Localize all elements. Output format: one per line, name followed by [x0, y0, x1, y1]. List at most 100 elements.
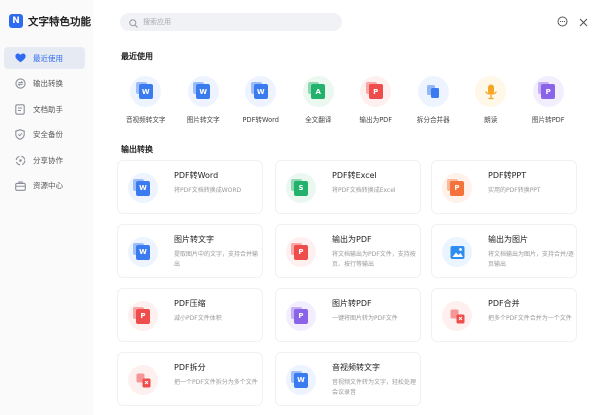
- tool-card-title: 输出为PDF: [332, 235, 372, 244]
- pdf-to-word-icon: W: [128, 173, 158, 203]
- sidebar-item-resources[interactable]: 资源中心: [4, 175, 85, 197]
- chat-bubble-icon: [557, 12, 568, 31]
- pdf-to-ppt-icon: P: [442, 173, 472, 203]
- tool-card-export-image[interactable]: 输出为图片将文档输出为图片，支持合并/逐页输出: [431, 224, 577, 278]
- tool-card-description: 一键将图片转为PDF文件: [332, 315, 398, 322]
- close-icon: [579, 12, 588, 31]
- tool-card-description: 将PDF文档转换成Excel: [332, 187, 396, 194]
- sidebar-item-share[interactable]: 分享协作: [4, 149, 85, 171]
- app-title: 文字特色功能: [28, 15, 91, 28]
- tool-card-title: 图片转文字: [174, 235, 214, 244]
- tool-card-title: PDF合并: [488, 299, 520, 308]
- tool-card-title: PDF拆分: [174, 363, 206, 372]
- sidebar-item-backup[interactable]: 安全备份: [4, 124, 85, 146]
- recent-app-microphone[interactable]: 朗读: [462, 76, 520, 126]
- pdf-to-word-icon: W: [245, 76, 277, 107]
- recent-section-title: 最近使用: [121, 52, 153, 61]
- sidebar-item-recent[interactable]: 最近使用: [4, 47, 85, 69]
- sidebar-item-label: 输出转换: [33, 79, 63, 89]
- recent-app-translate[interactable]: A 全文翻译: [290, 76, 348, 126]
- pdf-compress-icon: P: [128, 301, 158, 331]
- tool-card-title: 音视频转文字: [332, 363, 380, 372]
- tool-card-title: 图片转PDF: [332, 299, 372, 308]
- sidebar-item-label: 文档助手: [33, 104, 63, 114]
- briefcase-icon: [14, 180, 26, 192]
- tool-card-video-to-text[interactable]: W 音视频转文字音视频文件转为文字，轻松处理会议录音: [275, 352, 421, 406]
- sidebar: N 文字特色功能 最近使用 输出转换 文档助手 安全备份 分享协作 资源中心: [0, 0, 93, 415]
- tool-card-image-to-pdf[interactable]: P 图片转PDF 一键将图片转为PDF文件: [275, 288, 421, 342]
- export-image-icon: [442, 237, 472, 267]
- recent-app-label: 拆分合并器: [416, 116, 450, 124]
- export-pdf-icon: P: [286, 237, 316, 267]
- recent-app-video-to-text[interactable]: W 音视频转文字: [117, 76, 175, 126]
- tool-card-pdf-to-excel[interactable]: S PDF转Excel 将PDF文档转换成Excel: [275, 160, 421, 214]
- recent-app-label: 朗读: [484, 116, 498, 124]
- image-to-pdf-icon: P: [532, 76, 564, 107]
- document-assistant-icon: [14, 103, 26, 115]
- search-box[interactable]: [120, 13, 342, 31]
- tool-card-pdf-merge[interactable]: PDF合并把多个PDF文件合并为一个文件: [431, 288, 577, 342]
- sidebar-item-label: 最近使用: [33, 53, 63, 63]
- video-to-text-icon: W: [286, 365, 316, 395]
- sidebar-nav: 最近使用 输出转换 文档助手 安全备份 分享协作 资源中心: [4, 47, 85, 201]
- search-icon: [129, 13, 138, 32]
- tool-card-title: PDF压缩: [174, 299, 206, 308]
- tool-card-title: 输出为图片: [488, 235, 528, 244]
- recent-app-image-to-text[interactable]: W 图片转文字: [175, 76, 233, 126]
- tool-card-description: 音视频文件转为文字，轻松处理会议录音: [332, 379, 417, 396]
- recent-apps-row: W 音视频转文字 W 图片转文字 W PDF转Word A 全文翻译 P 输出为PDF 拆分合并器 朗…: [117, 76, 577, 126]
- video-to-text-icon: W: [130, 76, 162, 107]
- recent-app-label: 图片转文字: [186, 116, 220, 124]
- pdf-split-icon: [128, 365, 158, 395]
- tool-card-description: 把一个PDF文件拆分为多个文件: [174, 379, 258, 386]
- image-to-text-icon: W: [187, 76, 219, 107]
- sidebar-item-label: 安全备份: [33, 130, 63, 140]
- image-to-pdf-icon: P: [286, 301, 316, 331]
- sidebar-item-label: 资源中心: [33, 181, 63, 191]
- tool-card-title: PDF转Excel: [332, 171, 377, 180]
- pdf-to-excel-icon: S: [286, 173, 316, 203]
- convert-section-title: 输出转换: [121, 145, 153, 154]
- close-button[interactable]: [576, 14, 591, 29]
- sidebar-item-convert[interactable]: 输出转换: [4, 73, 85, 95]
- recent-app-label: PDF转Word: [242, 116, 279, 124]
- recent-app-pdf-to-word[interactable]: W PDF转Word: [232, 76, 290, 126]
- tool-card-description: 将文档输出为PDF文件，支持按页、按行等输出: [332, 251, 416, 268]
- search-input[interactable]: [143, 18, 323, 26]
- tool-card-description: 将PDF文档转换成WORD: [174, 187, 242, 194]
- app-logo-icon: N: [9, 14, 23, 28]
- feedback-button[interactable]: [555, 14, 570, 29]
- sidebar-item-label: 分享协作: [33, 155, 63, 165]
- image-to-text-icon: W: [128, 237, 158, 267]
- shield-icon: [14, 129, 26, 141]
- recent-app-label: 全文翻译: [305, 116, 332, 124]
- app-brand: N 文字特色功能: [9, 13, 91, 29]
- tool-card-pdf-to-word[interactable]: W PDF转Word 将PDF文档转换成WORD: [117, 160, 263, 214]
- recent-app-split-merge[interactable]: 拆分合并器: [405, 76, 463, 126]
- tool-card-description: 将文档输出为图片，支持合并/逐页输出: [488, 251, 575, 268]
- tool-card-pdf-split[interactable]: PDF拆分把一个PDF文件拆分为多个文件: [117, 352, 263, 406]
- tool-card-pdf-to-ppt[interactable]: P PDF转PPT 实用的PDF转换PPT: [431, 160, 577, 214]
- translate-icon: A: [302, 76, 334, 107]
- tool-card-description: 实用的PDF转换PPT: [488, 187, 541, 194]
- tool-card-description: 把多个PDF文件合并为一个文件: [488, 315, 572, 322]
- sidebar-item-doc-assistant[interactable]: 文档助手: [4, 98, 85, 120]
- recent-app-label: 音视频转文字: [125, 116, 166, 124]
- tool-card-pdf-compress[interactable]: P PDF压缩减小PDF文件体积: [117, 288, 263, 342]
- share-icon: [14, 154, 26, 166]
- recent-app-image-to-pdf[interactable]: P 图片转PDF: [520, 76, 578, 126]
- tool-card-export-pdf[interactable]: P 输出为PDF 将文档输出为PDF文件，支持按页、按行等输出: [275, 224, 421, 278]
- tool-card-title: PDF转PPT: [488, 171, 527, 180]
- heart-icon: [14, 52, 26, 64]
- tool-card-description: 提取图片中的文字，支持合并输出: [174, 251, 259, 268]
- export-pdf-icon: P: [360, 76, 392, 107]
- microphone-icon: [475, 76, 507, 107]
- recent-app-label: 输出为PDF: [359, 116, 393, 124]
- pdf-merge-icon: [442, 301, 472, 331]
- recent-app-export-pdf[interactable]: P 输出为PDF: [347, 76, 405, 126]
- tool-card-image-to-text[interactable]: W 图片转文字提取图片中的文字，支持合并输出: [117, 224, 263, 278]
- tool-card-description: 减小PDF文件体积: [174, 315, 222, 322]
- convert-icon: [14, 78, 26, 90]
- tool-card-title: PDF转Word: [174, 171, 219, 180]
- split-merge-icon: [417, 76, 449, 107]
